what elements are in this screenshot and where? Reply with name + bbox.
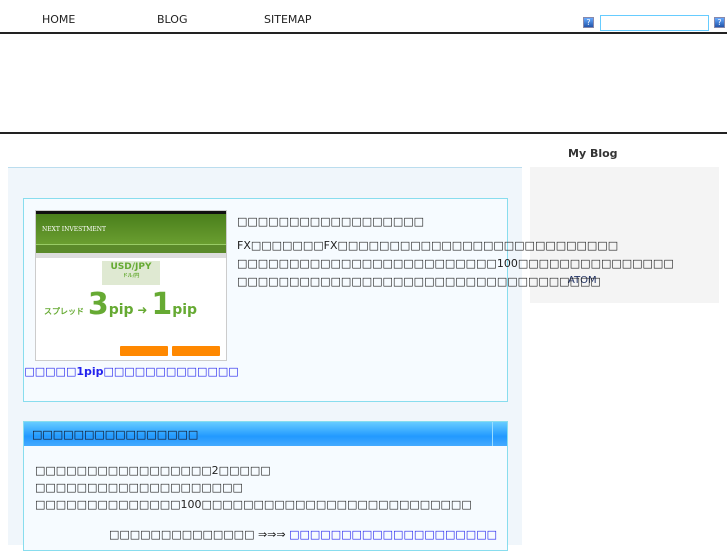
more-label: □□□□□□□□□□□□□□ ⇒⇒⇒ (108, 528, 286, 541)
search-button[interactable]: ? (714, 17, 725, 28)
nav-home[interactable]: HOME (42, 13, 75, 26)
promo-from: 3 (87, 287, 109, 322)
promo-spread: スプレッド (44, 307, 84, 316)
promo-pair: USD/JPY (110, 262, 152, 272)
nav-blog[interactable]: BLOG (157, 13, 187, 26)
main-content: NEXT INVESTMENT USD/JPY ドル/円 スプレッド 3pip … (8, 167, 674, 551)
search-icon[interactable]: ? (583, 17, 594, 28)
promo-unit: pip (108, 302, 134, 318)
search-input[interactable] (600, 15, 709, 31)
header-banner (0, 34, 727, 134)
promo-pair-sub: ドル/円 (122, 273, 140, 279)
promo-button-2 (172, 346, 220, 356)
info-text-line: □□□□□□□□□□□□□□□□□2□□□□□ (35, 464, 271, 477)
promo-image[interactable]: NEXT INVESTMENT USD/JPY ドル/円 スプレッド 3pip … (35, 210, 227, 361)
info-text-line: □□□□□□□□□□□□□□100□□□□□□□□□□□□□□□□□□□□□□□… (35, 498, 472, 511)
promo-to: 1 (151, 287, 173, 322)
feature-text-line: FX□□□□□□□FX□□□□□□□□□□□□□□□□□□□□□□□□□□□ (237, 239, 619, 252)
info-text-line: □□□□□□□□□□□□□□□□□□□□ (35, 481, 243, 494)
info-title: □□□□□□□□□□□□□□□□ (24, 422, 507, 446)
promo-link[interactable]: □□□□□1pip□□□□□□□□□□□□□ (24, 365, 239, 378)
nav-sitemap[interactable]: SITEMAP (264, 13, 312, 26)
promo-unit: pip (172, 302, 198, 318)
sidebar-title: My Blog (568, 147, 618, 160)
more-link[interactable]: □□□□□□□□□□□□□□□□□□□□ (289, 528, 497, 541)
top-nav: HOME BLOG SITEMAP ? ? (0, 0, 727, 34)
promo-brand: NEXT INVESTMENT (36, 214, 226, 244)
arrow-icon: ➜ (137, 303, 148, 317)
feature-heading: □□□□□□□□□□□□□□□□□□ (237, 215, 425, 228)
info-box: □□□□□□□□□□□□□□□□ □□□□□□□□□□□□□□□□□2□□□□□… (23, 421, 508, 551)
promo-button-1 (120, 346, 168, 356)
feature-text-line: □□□□□□□□□□□□□□□□□□□□□□□□□□□□□□□□□□□ (237, 275, 601, 288)
feature-box: NEXT INVESTMENT USD/JPY ドル/円 スプレッド 3pip … (23, 198, 674, 402)
feature-text-line: □□□□□□□□□□□□□□□□□□□□□□□□□100□□□□□□□□□□□□… (237, 257, 674, 270)
